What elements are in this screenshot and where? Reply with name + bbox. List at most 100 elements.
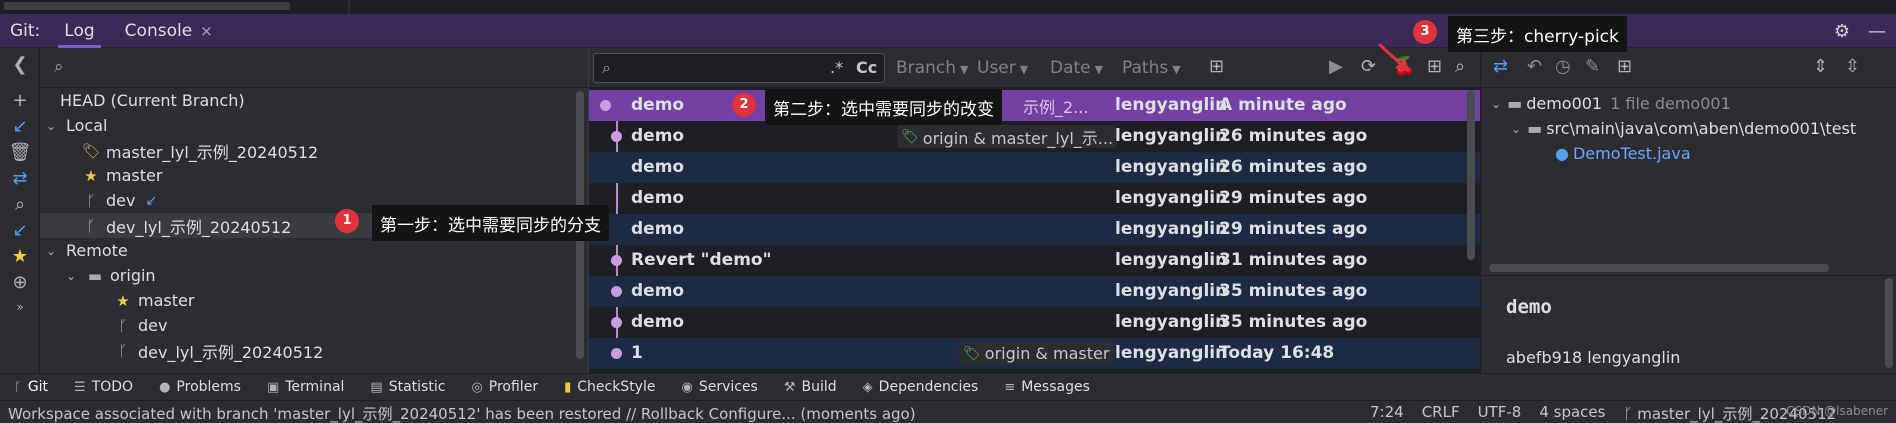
watermark: CSDN @lsabener: [1786, 404, 1888, 418]
profiler-icon: ◎: [471, 379, 483, 395]
line-separator[interactable]: CRLF: [1422, 403, 1460, 423]
chevron-down-icon[interactable]: ⌄: [66, 269, 80, 283]
layout-icon[interactable]: ⊞: [1617, 56, 1632, 77]
edit-icon[interactable]: ✎: [1585, 56, 1600, 77]
status-bar: Workspace associated with branch 'master…: [0, 400, 1896, 423]
commit-row[interactable]: Revert "demo" lengyanglin 31 minutes ago: [589, 245, 1481, 276]
search-icon[interactable]: ⌕: [54, 57, 64, 77]
tool-window-build[interactable]: ⚒ Build: [784, 379, 837, 395]
delete-icon[interactable]: 🗑: [0, 142, 40, 163]
details-hscrollbar[interactable]: [1489, 264, 1829, 272]
compare-icon[interactable]: ⇄: [0, 168, 40, 189]
filter-paths-dropdown[interactable]: Paths ▼: [1122, 58, 1181, 78]
more-icon[interactable]: »: [0, 300, 40, 314]
favorite-star-icon[interactable]: ★: [0, 246, 40, 267]
layout-icon[interactable]: ⊞: [1427, 56, 1442, 77]
tree-head[interactable]: HEAD (Current Branch): [40, 88, 588, 113]
tool-window-label: Problems: [176, 379, 241, 395]
commit-row[interactable]: demo lengyanglin 29 minutes ago: [589, 183, 1481, 214]
update-icon[interactable]: ↙: [0, 116, 40, 137]
step3-badge: 3: [1413, 20, 1437, 44]
tool-window-services[interactable]: ◉ Services: [681, 379, 757, 395]
tool-window-profiler[interactable]: ◎ Profiler: [471, 379, 538, 395]
history-icon[interactable]: ◷: [1555, 56, 1571, 77]
gear-icon[interactable]: ⚙: [1834, 21, 1850, 42]
chevron-down-icon[interactable]: ⌄: [1491, 97, 1501, 111]
tree-origin[interactable]: ⌄ ▬ origin: [40, 263, 588, 288]
add-icon[interactable]: +: [0, 90, 40, 111]
collapse-all-icon[interactable]: ⇳: [1845, 56, 1860, 77]
commit-row[interactable]: 1 🏷 origin & master lengyanglin Today 16:…: [589, 338, 1481, 369]
tree-local[interactable]: ⌄ Local: [40, 113, 588, 138]
commit-row[interactable]: demo lengyanglin 35 minutes ago: [589, 276, 1481, 307]
filter-user-dropdown[interactable]: User ▼: [977, 58, 1028, 78]
chart-icon: ▤: [370, 379, 383, 395]
filter-branch-dropdown[interactable]: Branch ▼: [896, 58, 968, 78]
tree-local-branch[interactable]: ★ master: [40, 163, 588, 188]
tree-remote[interactable]: ⌄ Remote: [40, 238, 588, 263]
refresh-icon[interactable]: ⟳: [1361, 56, 1376, 77]
commit-row[interactable]: demo lengyanglin 29 minutes ago: [589, 214, 1481, 245]
chevron-down-icon[interactable]: ⌄: [46, 244, 60, 258]
tree-remote-branch[interactable]: ★ master: [40, 288, 588, 313]
tool-window-dependencies[interactable]: ◈ Dependencies: [863, 379, 979, 395]
tab-console[interactable]: Console ×: [119, 14, 219, 48]
commit-graph-node: [611, 317, 622, 328]
commit-row[interactable]: demo 🏷 origin & master_lyl_示... lengyangl…: [589, 121, 1481, 152]
changes-tree-project[interactable]: ⌄ ▬ demo001 1 file demo001: [1491, 91, 1731, 116]
filter-label: Paths: [1122, 58, 1169, 78]
commit-author: lengyanglin: [1115, 250, 1228, 270]
chevron-down-icon[interactable]: ⌄: [46, 119, 60, 133]
crosshair-icon[interactable]: ⊕: [0, 272, 40, 293]
editor-hscrollbar[interactable]: [4, 2, 290, 10]
details-vscrollbar[interactable]: [1885, 278, 1893, 368]
file-encoding[interactable]: UTF-8: [1478, 403, 1522, 423]
fetch-icon[interactable]: ↙: [0, 220, 40, 241]
tree-local-branch[interactable]: 🏷 master_lyl_示例_20240512: [40, 138, 588, 163]
commit-row[interactable]: demo lengyanglin 26 minutes ago: [589, 152, 1481, 183]
expand-all-icon[interactable]: ⇕: [1813, 56, 1828, 77]
details-divider[interactable]: [1481, 275, 1896, 276]
changes-tree-path[interactable]: ⌄ ▬ src\main\java\com\aben\demo001\test: [1511, 116, 1856, 141]
branch-icon: ᚴ: [118, 316, 128, 335]
tool-window-problems[interactable]: ● Problems: [159, 379, 241, 395]
chevron-down-icon[interactable]: ⌄: [1511, 122, 1521, 136]
minimize-icon[interactable]: —: [1868, 21, 1886, 42]
regex-toggle[interactable]: .*: [830, 58, 843, 77]
terminal-icon: ▣: [266, 379, 280, 395]
tool-window-todo[interactable]: ☰ TODO: [74, 379, 133, 395]
tool-window-messages[interactable]: ≡ Messages: [1004, 379, 1090, 395]
step1-badge: 1: [335, 209, 359, 233]
close-icon[interactable]: ×: [200, 22, 213, 40]
tab-log[interactable]: Log: [58, 14, 102, 48]
filter-label: Date: [1050, 58, 1091, 78]
search-icon[interactable]: ⌕: [0, 194, 40, 215]
compare-icon[interactable]: ⇄: [1493, 56, 1508, 77]
commit-row-selected[interactable]: demo 示例_2... lengyanglin A minute ago: [589, 90, 1481, 121]
caret-position[interactable]: 7:24: [1370, 403, 1404, 423]
tree-remote-branch[interactable]: ᚴ dev_lyl_示例_20240512: [40, 338, 588, 363]
undo-icon[interactable]: ↶: [1527, 56, 1542, 77]
new-tab-icon[interactable]: ⊞: [1209, 56, 1224, 77]
log-scrollbar[interactable]: [1467, 90, 1475, 260]
branch-icon: ᚴ: [14, 379, 22, 395]
branch-search-row[interactable]: ⌕: [40, 48, 588, 88]
match-case-toggle[interactable]: Cc: [856, 58, 877, 77]
chevron-down-icon: ▼: [959, 63, 969, 76]
tool-window-git[interactable]: ᚴ Git: [14, 379, 48, 395]
status-message[interactable]: Workspace associated with branch 'master…: [8, 403, 916, 423]
commit-filter-input[interactable]: ⌕ .* Cc: [593, 53, 885, 83]
tree-remote-branch[interactable]: ᚴ dev: [40, 313, 588, 338]
tool-window-terminal[interactable]: ▣ Terminal: [267, 379, 344, 395]
commit-graph-node: [611, 131, 622, 142]
tool-window-checkstyle[interactable]: ▮ CheckStyle: [564, 379, 655, 395]
branch-label: master: [106, 166, 163, 185]
back-arrow-icon[interactable]: ❮: [0, 54, 40, 75]
changes-tree-file[interactable]: ● DemoTest.java: [1555, 141, 1691, 166]
commit-row[interactable]: demo lengyanglin 35 minutes ago: [589, 307, 1481, 338]
tool-window-statistic[interactable]: ▤ Statistic: [370, 379, 445, 395]
run-icon[interactable]: ▶: [1329, 56, 1343, 77]
filter-date-dropdown[interactable]: Date ▼: [1050, 58, 1103, 78]
search-icon[interactable]: ⌕: [1455, 56, 1465, 77]
indent-setting[interactable]: 4 spaces: [1539, 403, 1605, 423]
